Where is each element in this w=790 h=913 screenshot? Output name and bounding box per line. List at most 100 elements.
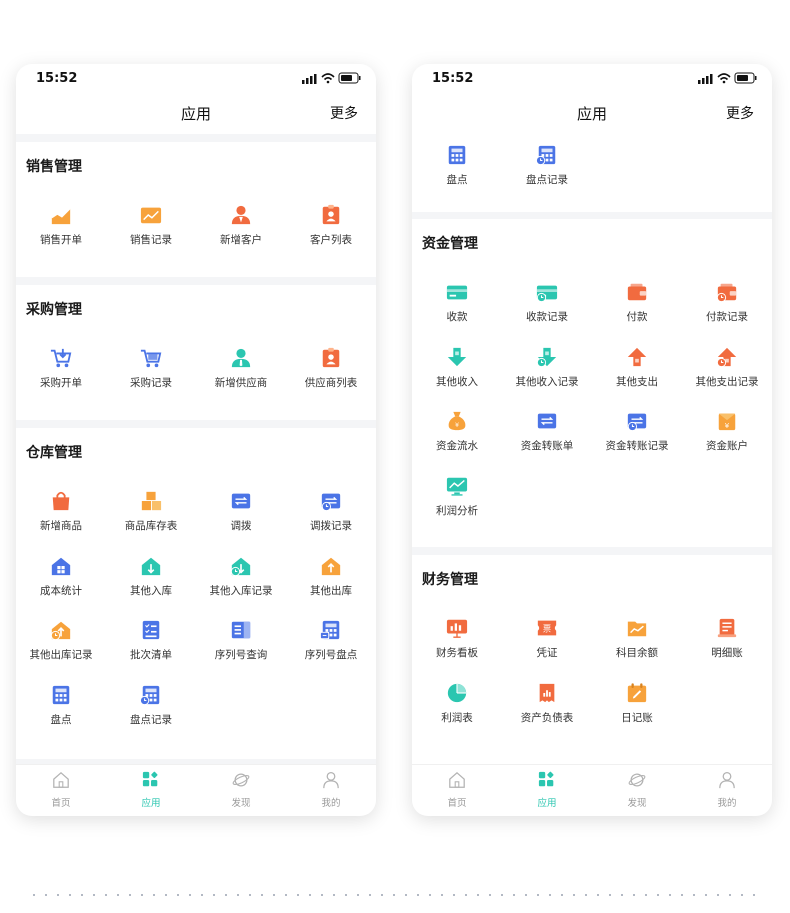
tab-label: 我的	[717, 798, 737, 809]
app-item-label: 资金转账记录	[605, 440, 669, 452]
app-item-label: 新增商品	[40, 520, 82, 532]
arrow-down-history-icon	[536, 347, 557, 367]
app-item[interactable]: 其他入库	[106, 555, 196, 605]
board-icon	[446, 619, 468, 638]
app-item[interactable]: 调拨	[196, 490, 286, 540]
app-item[interactable]: 批次清单	[106, 619, 196, 669]
app-item[interactable]: 其他收入记录	[502, 346, 592, 396]
app-item[interactable]: 新增客户	[196, 204, 286, 254]
app-item-label: 销售记录	[130, 234, 172, 246]
app-item[interactable]: 其他收入	[412, 346, 502, 396]
section: 采购管理 采购开单 采购记录 新增供应商 供应商列表	[16, 285, 376, 420]
monitor-chart-icon	[446, 477, 468, 496]
app-item[interactable]: 成本统计	[16, 555, 106, 605]
app-item[interactable]: 日记账	[592, 682, 682, 732]
app-item[interactable]: 销售开单	[16, 204, 106, 254]
app-item-label: 其他支出	[616, 375, 658, 388]
app-item[interactable]: 序列号查询	[196, 619, 286, 669]
app-item-label: 盘点	[446, 174, 468, 186]
badge-person-icon	[322, 204, 340, 225]
calculator-icon	[52, 685, 70, 704]
app-item[interactable]: 其他支出	[592, 346, 682, 396]
app-item[interactable]: 收款	[412, 281, 502, 331]
tab-planet[interactable]: 发现	[196, 769, 286, 813]
app-item-label: 其他出库记录	[29, 649, 93, 661]
app-item[interactable]: 其他出库记录	[16, 619, 106, 669]
app-item[interactable]: 新增供应商	[196, 347, 286, 397]
app-item[interactable]: 采购记录	[106, 347, 196, 397]
app-item-label: 调拨	[230, 520, 252, 532]
app-item[interactable]: 新增商品	[16, 490, 106, 540]
app-item[interactable]: 采购开单	[16, 347, 106, 397]
app-item-label: 付款记录	[706, 311, 748, 323]
app-item[interactable]: 资金转账单	[502, 410, 592, 460]
app-item[interactable]: 客户列表	[286, 204, 376, 254]
status-bar: 15:52	[16, 64, 376, 92]
app-item[interactable]: 销售记录	[106, 204, 196, 254]
app-item[interactable]: ¥ 资金流水	[412, 410, 502, 460]
app-item-label: 采购记录	[130, 377, 172, 389]
app-item[interactable]: 付款记录	[682, 281, 772, 331]
tab-home[interactable]: 首页	[16, 769, 106, 813]
app-item[interactable]: 票凭证	[502, 617, 592, 667]
app-item-label: 序列号盘点	[304, 649, 358, 661]
arrow-down-icon	[447, 347, 467, 366]
app-item-label: 资金转账单	[520, 440, 574, 452]
wallet-history-icon	[716, 283, 737, 303]
app-item[interactable]: 其他支出记录	[682, 346, 772, 396]
app-item[interactable]: 调拨记录	[286, 490, 376, 540]
app-item[interactable]: ¥ 资金账户	[682, 410, 772, 460]
phone-screen-right: 15:52 应用 更多 盘点 盘点记录 资金管理 收款 收款记录 付款 付款记录 其他收入 其他…	[412, 64, 772, 816]
app-item[interactable]: 盘点记录	[106, 684, 196, 734]
tab-user[interactable]: 我的	[286, 769, 376, 813]
app-item-label: 其他收入记录	[515, 375, 579, 388]
more-button[interactable]: 更多	[726, 103, 754, 123]
more-button[interactable]: 更多	[330, 103, 358, 123]
app-item-label: 盘点记录	[130, 713, 172, 726]
app-item[interactable]: 盘点	[412, 144, 502, 194]
house-grid-icon	[51, 557, 71, 575]
app-item-label: 科目余额	[616, 647, 658, 659]
app-item[interactable]: 供应商列表	[286, 347, 376, 397]
house-out-history-icon	[50, 621, 71, 641]
ledger-icon	[717, 618, 737, 638]
transfer-card-icon	[231, 493, 251, 509]
app-item-label: 明细账	[711, 647, 743, 659]
user-icon	[323, 771, 339, 789]
tab-user[interactable]: 我的	[682, 769, 772, 813]
chart-up-icon	[51, 208, 71, 225]
app-item-label: 供应商列表	[304, 377, 358, 389]
section-title: 销售管理	[26, 159, 82, 175]
app-item-label: 资产负债表	[520, 711, 574, 724]
calendar-icon	[627, 682, 647, 702]
app-item[interactable]: 资产负债表	[502, 682, 592, 732]
arrow-up-history-icon	[716, 347, 737, 367]
app-item[interactable]: 其他入库记录	[196, 555, 286, 605]
app-item[interactable]: 盘点	[16, 684, 106, 734]
tab-apps[interactable]: 应用	[106, 769, 196, 813]
app-item[interactable]: 科目余额	[592, 617, 682, 667]
transfer-card-icon	[537, 413, 557, 429]
app-item[interactable]: 付款	[592, 281, 682, 331]
person-tie-icon	[231, 348, 251, 368]
app-item[interactable]: 收款记录	[502, 281, 592, 331]
app-item[interactable]: 商品库存表	[106, 490, 196, 540]
home-icon	[449, 771, 465, 788]
app-item-label: 新增客户	[220, 234, 262, 246]
app-item[interactable]: 资金转账记录	[592, 410, 682, 460]
app-item[interactable]: 盘点记录	[502, 144, 592, 194]
app-item-label: 盘点记录	[526, 174, 568, 186]
section: 销售管理销售开单 销售记录 新增客户 客户列表	[16, 142, 376, 277]
tab-planet[interactable]: 发现	[592, 769, 682, 813]
app-item[interactable]: 其他出库	[286, 555, 376, 605]
app-item[interactable]: 明细账	[682, 617, 772, 667]
app-item[interactable]: 利润表	[412, 682, 502, 732]
app-item[interactable]: 序列号盘点	[286, 619, 376, 669]
app-item[interactable]: 财务看板	[412, 617, 502, 667]
app-item-label: 客户列表	[310, 234, 352, 246]
tab-home[interactable]: 首页	[412, 769, 502, 813]
money-bag-icon: ¥	[448, 411, 466, 431]
tab-apps[interactable]: 应用	[502, 769, 592, 813]
apps-icon	[142, 771, 158, 787]
app-item[interactable]: 利润分析	[412, 475, 502, 525]
